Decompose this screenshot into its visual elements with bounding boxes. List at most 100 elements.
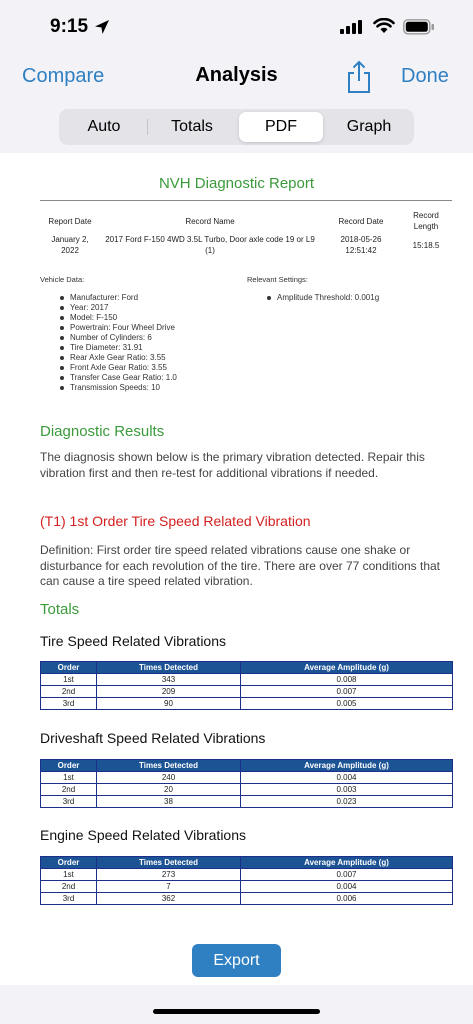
battery-icon	[403, 19, 434, 35]
table-row: 3rd 38 0.023	[40, 795, 453, 808]
list-item: Amplitude Threshold: 0.001g	[265, 293, 379, 303]
header-report-date: Report Date	[48, 217, 92, 226]
table-cell: 3rd	[40, 892, 97, 905]
header-record-name: Record Name	[185, 217, 235, 226]
column-header: Average Amplitude (g)	[240, 661, 453, 674]
wifi-icon	[373, 18, 395, 33]
table-row: 1st 273 0.007	[40, 868, 453, 881]
tire-vibrations-table: Order Times Detected Average Amplitude (…	[40, 661, 453, 710]
table-cell: 0.007	[240, 685, 453, 698]
table-row: 2nd 20 0.003	[40, 783, 453, 796]
diagnostic-results-heading: Diagnostic Results	[40, 423, 165, 440]
done-button[interactable]: Done	[401, 65, 449, 88]
table-cell: 3rd	[40, 795, 97, 808]
navigation-bar: Compare Analysis Done	[0, 58, 473, 98]
engine-vibrations-table: Order Times Detected Average Amplitude (…	[40, 856, 453, 905]
table-cell: 2nd	[40, 783, 97, 796]
list-item: Year: 2017	[58, 303, 177, 313]
table-row: 1st 343 0.008	[40, 673, 453, 686]
title-divider	[40, 200, 452, 201]
table-cell: 0.004	[240, 880, 453, 893]
table-cell: 90	[96, 697, 241, 710]
tab-graph[interactable]: Graph	[327, 112, 411, 142]
table-row: 2nd 7 0.004	[40, 880, 453, 893]
vehicle-data-label: Vehicle Data:	[40, 275, 85, 284]
table-cell: 343	[96, 673, 241, 686]
value-record-date: 2018-05-26 12:51:42	[340, 235, 382, 255]
table-cell: 38	[96, 795, 241, 808]
table-cell: 20	[96, 783, 241, 796]
compare-button[interactable]: Compare	[22, 65, 104, 88]
table-cell: 1st	[40, 771, 97, 784]
table-cell: 0.005	[240, 697, 453, 710]
table-row: 2nd 209 0.007	[40, 685, 453, 698]
column-header: Order	[40, 759, 97, 772]
column-header: Times Detected	[96, 759, 241, 772]
list-item: Manufacturer: Ford	[58, 293, 177, 303]
cellular-signal-icon	[340, 20, 362, 34]
table-title-engine: Engine Speed Related Vibrations	[40, 827, 247, 843]
list-item: Powertrain: Four Wheel Drive	[58, 323, 177, 333]
primary-vibration-heading: (T1) 1st Order Tire Speed Related Vibrat…	[40, 513, 311, 529]
table-cell: 0.008	[240, 673, 453, 686]
value-record-length: 15:18.5	[412, 241, 440, 250]
list-item: Tire Diameter: 31.91	[58, 343, 177, 353]
table-cell: 7	[96, 880, 241, 893]
table-row: 1st 240 0.004	[40, 771, 453, 784]
vehicle-data-list: Manufacturer: Ford Year: 2017 Model: F-1…	[58, 293, 177, 393]
value-record-name: 2017 Ford F-150 4WD 3.5L Turbo, Door axl…	[105, 235, 315, 255]
totals-heading: Totals	[40, 601, 80, 618]
report-title: NVH Diagnostic Report	[158, 175, 315, 192]
table-cell: 1st	[40, 673, 97, 686]
table-title-driveshaft: Driveshaft Speed Related Vibrations	[40, 730, 266, 746]
home-area	[0, 985, 473, 1024]
list-item: Model: F-150	[58, 313, 177, 323]
home-indicator[interactable]	[153, 1009, 320, 1014]
view-segmented-control: Auto Totals PDF Graph	[59, 109, 414, 145]
table-cell: 2nd	[40, 685, 97, 698]
header-record-date: Record Date	[338, 217, 384, 226]
list-item: Transmission Speeds: 10	[58, 383, 177, 393]
definition-text: Definition: First order tire speed relat…	[40, 543, 441, 588]
location-arrow-icon	[95, 20, 109, 34]
table-row: 3rd 90 0.005	[40, 697, 453, 710]
table-row: 3rd 362 0.006	[40, 892, 453, 905]
table-cell: 0.004	[240, 771, 453, 784]
driveshaft-vibrations-table: Order Times Detected Average Amplitude (…	[40, 759, 453, 808]
export-button[interactable]: Export	[192, 944, 281, 977]
value-report-date: January 2, 2022	[51, 235, 89, 255]
tab-auto[interactable]: Auto	[62, 112, 146, 142]
table-cell: 240	[96, 771, 241, 784]
tab-pdf[interactable]: PDF	[239, 112, 323, 142]
column-header: Average Amplitude (g)	[240, 856, 453, 869]
column-header: Times Detected	[96, 856, 241, 869]
pdf-document[interactable]: NVH Diagnostic Report Report Date Record…	[0, 153, 473, 985]
relevant-settings-label: Relevant Settings:	[247, 275, 308, 284]
column-header: Order	[40, 661, 97, 674]
tab-totals[interactable]: Totals	[150, 112, 234, 142]
status-time: 9:15	[50, 16, 89, 37]
table-cell: 3rd	[40, 697, 97, 710]
column-header: Times Detected	[96, 661, 241, 674]
status-bar: 9:15	[0, 0, 473, 58]
table-title-tire: Tire Speed Related Vibrations	[40, 633, 226, 649]
table-cell: 0.003	[240, 783, 453, 796]
list-item: Transfer Case Gear Ratio: 1.0	[58, 373, 177, 383]
diagnostic-text: The diagnosis shown below is the primary…	[40, 450, 425, 480]
table-cell: 273	[96, 868, 241, 881]
table-cell: 0.006	[240, 892, 453, 905]
settings-list: Amplitude Threshold: 0.001g	[265, 293, 379, 303]
table-cell: 209	[96, 685, 241, 698]
column-header: Order	[40, 856, 97, 869]
share-icon[interactable]	[345, 60, 373, 94]
table-cell: 2nd	[40, 880, 97, 893]
list-item: Number of Cylinders: 6	[58, 333, 177, 343]
column-header: Average Amplitude (g)	[240, 759, 453, 772]
list-item: Rear Axle Gear Ratio: 3.55	[58, 353, 177, 363]
table-cell: 1st	[40, 868, 97, 881]
segment-divider	[147, 119, 148, 135]
table-cell: 0.007	[240, 868, 453, 881]
table-cell: 0.023	[240, 795, 453, 808]
table-cell: 362	[96, 892, 241, 905]
list-item: Front Axle Gear Ratio: 3.55	[58, 363, 177, 373]
